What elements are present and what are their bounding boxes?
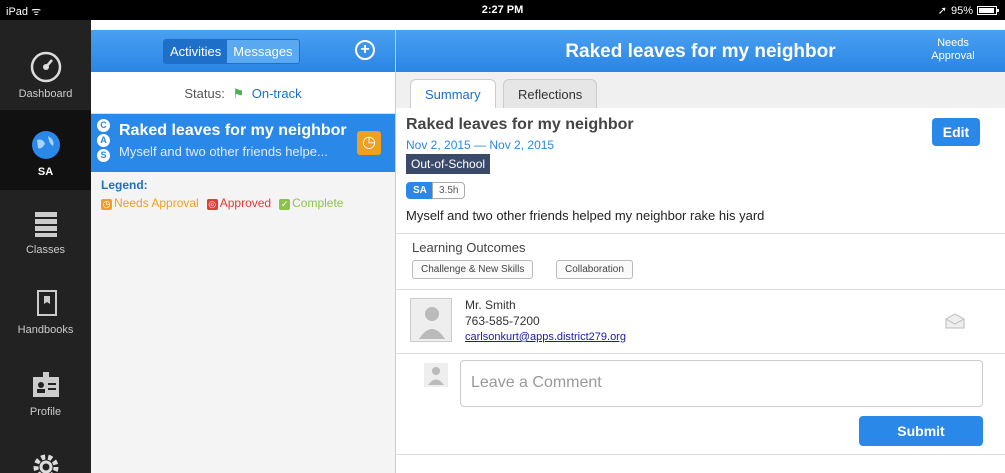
activity-list-item[interactable]: C A S Raked leaves for my neighbor Mysel… xyxy=(91,114,395,172)
comment-input[interactable]: Leave a Comment xyxy=(460,360,983,407)
legend-title: Legend: xyxy=(101,178,148,192)
detail-panel: Raked leaves for my neighbor Needs Appro… xyxy=(396,30,1005,473)
nav-item-sa[interactable]: SA xyxy=(0,110,91,190)
commenter-avatar xyxy=(424,363,448,387)
id-badge-icon xyxy=(32,372,59,397)
battery-status: ➚ 95% xyxy=(938,4,999,17)
legend: Legend: ◷ Needs Approval ◎ Approved ✓ Compl… xyxy=(91,172,395,216)
nav-item-dashboard[interactable]: Dashboard xyxy=(0,50,91,100)
activity-title: Raked leaves for my neighbor xyxy=(119,122,347,139)
nav-label: Classes xyxy=(25,244,66,256)
tab-messages[interactable]: Messages xyxy=(227,40,299,63)
summary-title: Raked leaves for my neighbor xyxy=(406,116,634,133)
status-bar: iPad ᯤ 2:27 PM ➚ 95% xyxy=(0,0,1005,20)
letter-s-icon: S xyxy=(97,149,110,162)
category-badge: Out-of-School xyxy=(406,154,491,174)
tab-summary[interactable]: Summary xyxy=(410,79,496,108)
clock-icon: ◷ xyxy=(357,131,381,155)
dashboard-icon xyxy=(30,51,61,83)
activities-panel: Activities Messages + Status: ⚑ On-track… xyxy=(91,30,396,473)
hours-tag: 3.5h xyxy=(432,182,466,199)
nav-item-classes[interactable]: Classes xyxy=(0,206,91,256)
contact-avatar xyxy=(410,298,452,342)
check-icon: ✓ xyxy=(279,199,291,210)
date-range: Nov 2, 2015 — Nov 2, 2015 xyxy=(406,138,555,152)
mail-icon[interactable] xyxy=(945,313,965,329)
divider xyxy=(396,289,1005,290)
main-nav: Dashboard SA Classes Handbooks Profile xyxy=(0,20,91,473)
battery-icon xyxy=(977,6,999,15)
detail-tabs: Summary Reflections xyxy=(396,72,1005,108)
clock: 2:27 PM xyxy=(481,4,524,16)
contact-email-link[interactable]: carlsonkurt@apps.district279.org xyxy=(465,331,626,343)
add-activity-button[interactable]: + xyxy=(355,40,375,60)
nav-label: SA xyxy=(37,166,54,178)
clock-icon: ◷ xyxy=(101,199,112,210)
outcome-tag: Challenge & New Skills xyxy=(412,260,534,279)
tab-reflections[interactable]: Reflections xyxy=(503,79,598,108)
submit-button[interactable]: Submit xyxy=(859,416,983,446)
status-label: Status: xyxy=(184,86,225,101)
activity-desc: Myself and two other friends helpe... xyxy=(119,144,328,159)
letter-c-icon: C xyxy=(97,119,110,132)
activities-header: Activities Messages + xyxy=(91,30,395,72)
approved-icon: ◎ xyxy=(206,199,218,210)
nav-label: Profile xyxy=(29,406,62,418)
contact-name: Mr. Smith xyxy=(465,298,516,312)
divider xyxy=(396,353,1005,354)
flag-icon: ⚑ xyxy=(232,86,245,101)
contact-phone[interactable]: 763-585-7200 xyxy=(465,314,540,328)
nav-item-profile[interactable]: Profile xyxy=(0,368,91,418)
letter-a-icon: A xyxy=(97,134,110,147)
sa-tag: SA xyxy=(406,182,434,199)
detail-title: Raked leaves for my neighbor xyxy=(565,41,836,62)
activity-type-letters: C A S xyxy=(97,119,110,162)
book-icon xyxy=(36,290,57,316)
learning-outcomes-title: Learning Outcomes xyxy=(412,240,526,255)
divider xyxy=(396,454,1005,455)
books-icon xyxy=(34,212,57,237)
segment-control: Activities Messages xyxy=(163,39,300,64)
needs-approval-status: Needs Approval xyxy=(931,37,975,62)
tab-activities[interactable]: Activities xyxy=(164,40,228,63)
globe-icon xyxy=(31,131,60,159)
nav-item-settings[interactable] xyxy=(0,450,91,473)
legend-complete: ✓ Complete xyxy=(279,196,344,210)
nav-item-handbooks[interactable]: Handbooks xyxy=(0,286,91,336)
status-row: Status: ⚑ On-track xyxy=(91,72,395,114)
gear-icon xyxy=(33,454,58,473)
person-icon xyxy=(428,367,444,385)
divider xyxy=(396,233,1005,234)
nav-label: Dashboard xyxy=(18,88,73,100)
person-icon xyxy=(419,307,445,339)
detail-header: Raked leaves for my neighbor Needs Appro… xyxy=(396,30,1005,72)
nav-label: Handbooks xyxy=(17,324,74,336)
activity-description: Myself and two other friends helped my n… xyxy=(406,208,765,223)
outcome-tag: Collaboration xyxy=(556,260,633,279)
status-value: On-track xyxy=(251,86,302,101)
legend-needs-approval: ◷ Needs Approval xyxy=(101,196,199,210)
legend-approved: ◎ Approved xyxy=(206,196,272,210)
edit-button[interactable]: Edit xyxy=(932,118,980,146)
